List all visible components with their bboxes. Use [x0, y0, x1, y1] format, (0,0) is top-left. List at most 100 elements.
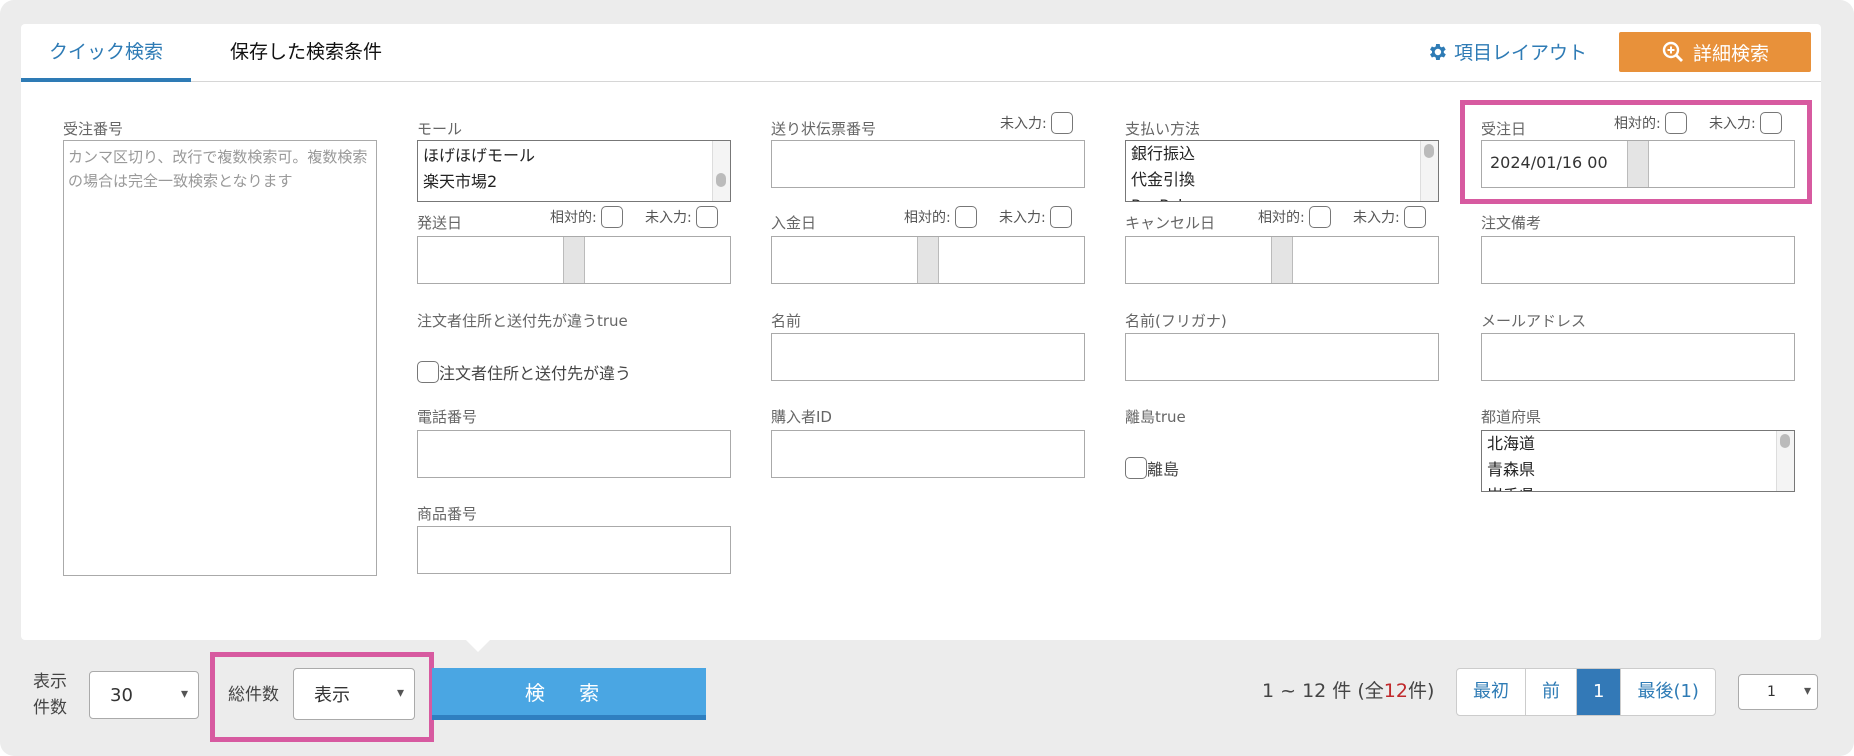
- tab-saved-conditions[interactable]: 保存した検索条件: [216, 24, 396, 82]
- cancel-date-empty-checkbox[interactable]: [1403, 206, 1426, 228]
- payment-date-empty-toggle: 未入力:: [999, 206, 1072, 228]
- product-number-label: 商品番号: [417, 505, 478, 523]
- ship-date-relative-checkbox[interactable]: [600, 206, 623, 228]
- prefecture-option[interactable]: 北海道: [1482, 431, 1794, 457]
- remote-island-checkbox-label: 離島: [1147, 460, 1180, 479]
- chevron-down-icon: ▾: [1803, 683, 1811, 699]
- buyer-id-input[interactable]: [771, 430, 1085, 478]
- ship-date-label: 発送日: [417, 214, 463, 232]
- ship-date-empty-toggle: 未入力:: [645, 206, 718, 228]
- page-select[interactable]: 1 ▾: [1738, 674, 1818, 710]
- payment-listbox[interactable]: 銀行振込 代金引換 PayPal: [1125, 140, 1439, 202]
- per-page-select[interactable]: 30 ▾: [89, 671, 199, 719]
- pager-first[interactable]: 最初: [1457, 669, 1526, 715]
- cancel-date-separator: [1271, 237, 1293, 283]
- total-count-value: 表示: [314, 685, 350, 706]
- tracking-label: 送り状伝票番号: [771, 120, 877, 138]
- prefecture-scroll-thumb[interactable]: [1780, 434, 1790, 448]
- total-count-select[interactable]: 表示 ▾: [293, 668, 415, 720]
- tracking-input[interactable]: [771, 140, 1085, 188]
- mall-option[interactable]: ほげほげモール: [418, 143, 730, 169]
- phone-input[interactable]: [417, 430, 731, 478]
- pagination: 最初 前 1 最後(1): [1456, 668, 1716, 716]
- payment-option[interactable]: 銀行振込: [1126, 141, 1438, 167]
- name-kana-input[interactable]: [1125, 333, 1439, 381]
- buyer-id-label: 購入者ID: [771, 408, 832, 426]
- pager-prev[interactable]: 前: [1526, 669, 1577, 715]
- name-kana-label: 名前(フリガナ): [1125, 312, 1227, 330]
- pager-last[interactable]: 最後(1): [1621, 669, 1715, 715]
- payment-scrollbar[interactable]: [1420, 141, 1438, 201]
- advanced-search-button[interactable]: 詳細検索: [1619, 32, 1811, 72]
- order-note-label: 注文備考: [1481, 214, 1542, 232]
- ship-date-separator: [563, 237, 585, 283]
- remote-island-checkbox-row[interactable]: 離島: [1125, 456, 1179, 480]
- payment-option[interactable]: PayPal: [1126, 193, 1438, 201]
- payment-option[interactable]: 代金引換: [1126, 167, 1438, 193]
- per-page-label-line1: 表示: [33, 672, 67, 692]
- cancel-date-label: キャンセル日: [1125, 214, 1216, 232]
- order-number-label: 受注番号: [63, 120, 124, 138]
- count-prefix: 1 ~ 12 件 (全: [1262, 680, 1384, 702]
- ship-date-empty-checkbox[interactable]: [695, 206, 718, 228]
- payment-date-relative-checkbox[interactable]: [954, 206, 977, 228]
- per-page-value: 30: [110, 684, 133, 706]
- cancel-date-relative-toggle: 相対的:: [1258, 206, 1331, 228]
- tracking-empty-checkbox[interactable]: [1050, 112, 1073, 134]
- cancel-date-relative-label: 相対的:: [1258, 210, 1305, 226]
- count-suffix: 件): [1407, 680, 1435, 702]
- pager-current[interactable]: 1: [1577, 669, 1622, 715]
- chevron-down-icon: ▾: [180, 686, 188, 702]
- email-input[interactable]: [1481, 333, 1795, 381]
- item-layout-label: 項目レイアウト: [1454, 42, 1588, 64]
- diff-address-checkbox[interactable]: [417, 361, 439, 383]
- order-number-textarea[interactable]: カンマ区切り、改行で複数検索可。複数検索の場合は完全一致検索となります: [63, 140, 377, 576]
- diff-address-label: 注文者住所と送付先が違うtrue: [417, 312, 628, 330]
- payment-date-label: 入金日: [771, 214, 817, 232]
- panel-notch: [466, 640, 490, 652]
- payment-scroll-thumb[interactable]: [1424, 144, 1434, 158]
- mall-scrollbar[interactable]: [712, 141, 730, 201]
- prefecture-listbox[interactable]: 北海道 青森県 岩手県: [1481, 430, 1795, 492]
- order-date-highlight: [1460, 100, 1812, 204]
- search-button[interactable]: 検 索: [432, 668, 706, 720]
- cancel-date-range[interactable]: [1125, 236, 1439, 284]
- product-number-input[interactable]: [417, 526, 731, 574]
- prefecture-label: 都道府県: [1481, 408, 1542, 426]
- payment-date-range[interactable]: [771, 236, 1085, 284]
- payment-date-empty-checkbox[interactable]: [1049, 206, 1072, 228]
- payment-date-relative-label: 相対的:: [904, 210, 951, 226]
- remote-island-label: 離島true: [1125, 408, 1186, 426]
- order-note-input[interactable]: [1481, 236, 1795, 284]
- item-layout-link[interactable]: 項目レイアウト: [1426, 38, 1587, 65]
- tracking-empty-toggle: 未入力:: [1000, 112, 1073, 134]
- advanced-search-label: 詳細検索: [1692, 42, 1769, 65]
- tab-quick-search[interactable]: クイック検索: [21, 24, 191, 82]
- prefecture-scrollbar[interactable]: [1776, 431, 1794, 491]
- cancel-date-relative-checkbox[interactable]: [1308, 206, 1331, 228]
- ship-date-relative-label: 相対的:: [550, 210, 597, 226]
- ship-date-range[interactable]: [417, 236, 731, 284]
- diff-address-checkbox-row[interactable]: 注文者住所と送付先が違う: [417, 360, 631, 384]
- mall-option[interactable]: 楽天市場2: [418, 169, 730, 195]
- search-button-label: 検 索: [524, 681, 614, 705]
- prefecture-option[interactable]: 岩手県: [1482, 483, 1794, 491]
- tracking-empty-label: 未入力:: [1000, 116, 1047, 132]
- count-total: 12: [1383, 680, 1408, 702]
- ship-date-relative-toggle: 相対的:: [550, 206, 623, 228]
- payment-label: 支払い方法: [1125, 120, 1201, 138]
- per-page-label-line2: 件数: [33, 698, 67, 718]
- remote-island-checkbox[interactable]: [1125, 457, 1147, 479]
- mall-listbox[interactable]: ほげほげモール 楽天市場2: [417, 140, 731, 202]
- mall-scroll-thumb[interactable]: [716, 173, 726, 187]
- name-input[interactable]: [771, 333, 1085, 381]
- total-count-label: 総件数: [228, 685, 279, 705]
- prefecture-option[interactable]: 青森県: [1482, 457, 1794, 483]
- page-select-value: 1: [1767, 684, 1776, 700]
- cancel-date-empty-toggle: 未入力:: [1353, 206, 1426, 228]
- payment-date-relative-toggle: 相対的:: [904, 206, 977, 228]
- zoom-in-icon: [1662, 41, 1683, 62]
- ship-date-empty-label: 未入力:: [645, 210, 692, 226]
- name-label: 名前: [771, 312, 802, 330]
- phone-label: 電話番号: [417, 408, 478, 426]
